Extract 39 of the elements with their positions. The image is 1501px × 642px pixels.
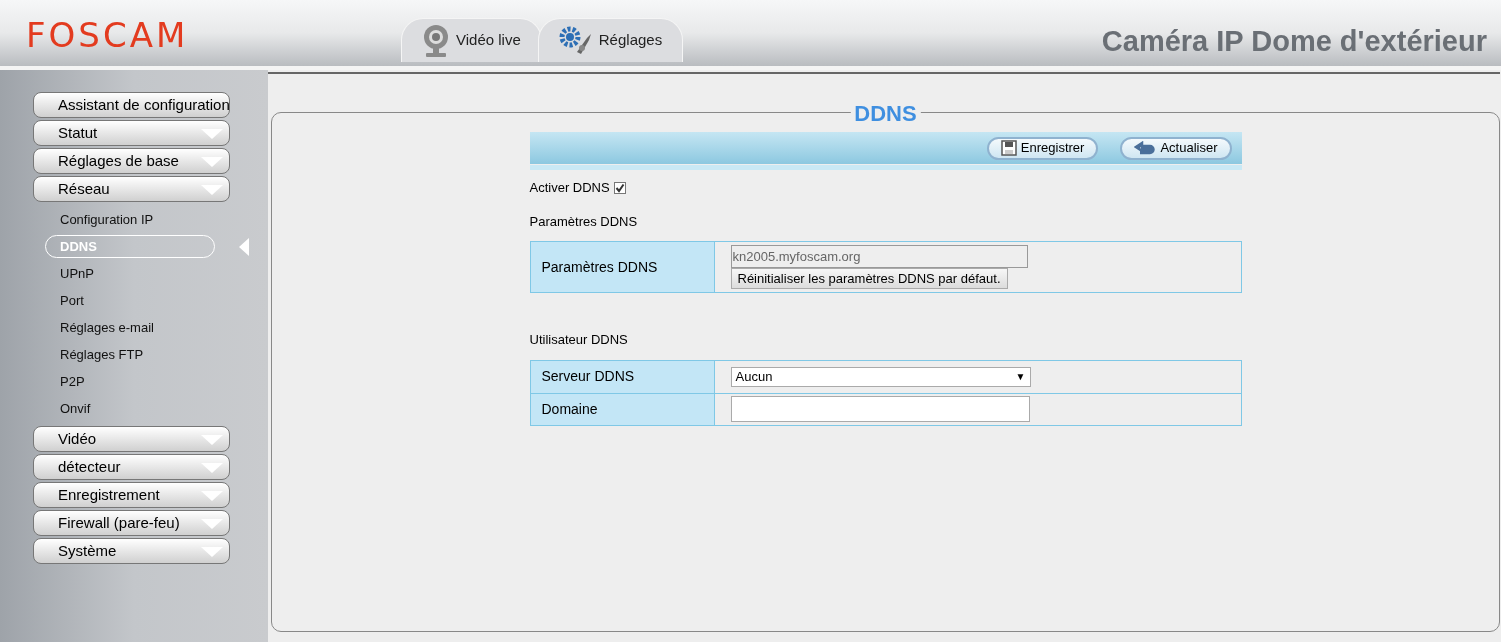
nav-tab[interactable]: Vidéo live <box>401 18 542 62</box>
menu-button[interactable]: Vidéo <box>33 426 230 452</box>
foscam-logo: FOSCAM <box>26 18 189 52</box>
menu-button[interactable]: Enregistrement <box>33 482 230 508</box>
dropdown-arrow-icon <box>201 185 223 195</box>
ddns-field[interactable]: kn2005.myfoscam.org <box>730 245 1028 268</box>
domain-field[interactable] <box>730 396 1030 422</box>
submenu-link[interactable]: Réglages FTP <box>45 343 215 366</box>
field-label: Serveur DDNS <box>530 360 715 393</box>
menu-button[interactable]: Système <box>33 538 230 564</box>
server-select[interactable]: Aucun ▼ <box>730 366 1031 387</box>
menu-button[interactable]: détecteur <box>33 454 230 480</box>
toolbar-button[interactable]: Enregistrer <box>986 136 1099 160</box>
submenu-link[interactable]: Onvif <box>45 397 215 420</box>
menu-button[interactable]: Réglages de base <box>33 148 230 174</box>
page-title: Caméra IP Dome d'extérieur <box>1101 24 1487 59</box>
pointer-icon <box>239 238 249 256</box>
field-label: Domaine <box>530 393 715 425</box>
submenu-link[interactable]: P2P <box>45 370 215 393</box>
nav-tab[interactable]: Réglages <box>537 18 684 62</box>
section-heading: Paramètres DDNS <box>529 212 639 231</box>
gear-wrench-icon <box>558 25 593 56</box>
menu-button[interactable]: Firewall (pare-feu) <box>33 510 230 536</box>
menu-button[interactable]: Assistant de configuration <box>33 92 230 118</box>
enable-checkbox[interactable] <box>613 181 626 194</box>
submenu-link[interactable]: Configuration IP <box>45 208 215 231</box>
dropdown-arrow-icon <box>201 547 223 557</box>
menu-button[interactable]: Statut <box>33 120 230 146</box>
undo-arrow-icon <box>1134 141 1157 155</box>
section-heading: Utilisateur DDNS <box>529 331 629 349</box>
checkbox-label: Activer DDNS <box>529 179 610 197</box>
menu-button[interactable]: Réseau <box>33 176 230 202</box>
reset-button[interactable]: Réinitialiser les paramètres DDNS par défaut. <box>730 268 1008 289</box>
webcam-icon <box>422 23 450 58</box>
submenu-link[interactable]: Réglages e-mail <box>45 316 215 339</box>
toolbar-button[interactable]: Actualiser <box>1120 136 1232 160</box>
submenu-link[interactable]: UPnP <box>45 262 215 285</box>
field-label: Paramètres DDNS <box>530 242 715 292</box>
submenu-link[interactable]: Port <box>45 289 215 312</box>
